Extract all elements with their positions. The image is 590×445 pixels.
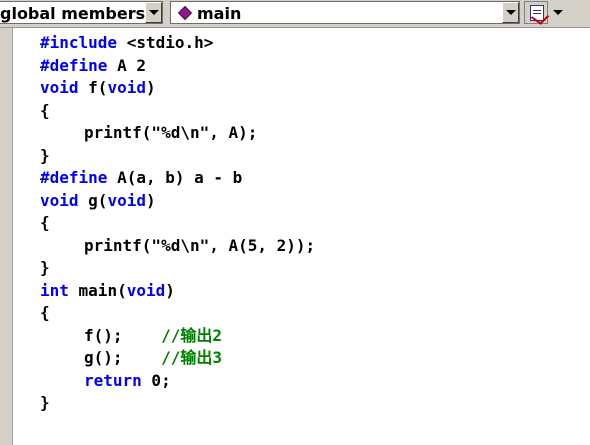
code-text: f( — [78, 78, 108, 97]
code-keyword: return — [84, 370, 142, 390]
scope-combo[interactable]: global members — [0, 1, 163, 24]
selection-margin[interactable] — [13, 28, 39, 445]
code-text: f(); — [84, 325, 162, 345]
code-keyword: #include — [40, 33, 118, 52]
wizard-toolbar: global members main — [0, 0, 590, 28]
code-text: ) — [165, 280, 175, 300]
code-line[interactable]: { — [40, 100, 315, 123]
code-line[interactable]: void f(void) — [40, 77, 315, 100]
code-keyword: void — [107, 190, 146, 210]
dropdown-arrow-icon — [553, 10, 563, 15]
code-line[interactable]: printf("%d\n", A(5, 2)); — [40, 235, 315, 258]
code-text: { — [40, 100, 50, 120]
code-text: g( — [78, 190, 108, 210]
code-text: printf("%d\n", A); — [84, 123, 258, 142]
scope-combo-value: global members — [0, 4, 146, 23]
code-keyword: int — [40, 280, 69, 300]
code-keyword: void — [40, 78, 79, 97]
code-keyword: #define — [40, 168, 108, 187]
code-keyword: void — [40, 190, 79, 210]
code-text: } — [40, 258, 50, 277]
code-line[interactable]: } — [40, 257, 315, 280]
wizard-bar-menu-button[interactable] — [550, 1, 566, 24]
code-line[interactable]: g(); //输出3 — [40, 347, 315, 370]
scope-combo-dropdown-button[interactable] — [145, 2, 162, 23]
code-text: } — [40, 145, 50, 165]
code-line[interactable]: void g(void) — [40, 190, 315, 213]
code-line[interactable]: f(); //输出2 — [40, 325, 315, 348]
code-text: g(); — [84, 348, 162, 367]
code-text: A(a, b) a - b — [107, 168, 243, 187]
source-code[interactable]: #include <stdio.h> #define A 2 void f(void… — [40, 32, 315, 415]
code-keyword: #define — [40, 55, 108, 75]
code-line[interactable]: #include <stdio.h> — [40, 32, 315, 55]
code-keyword: void — [107, 78, 146, 97]
code-comment: //输出3 — [161, 348, 222, 367]
code-line[interactable]: printf("%d\n", A); — [40, 122, 315, 145]
function-combo[interactable]: main — [170, 1, 520, 24]
code-line[interactable]: { — [40, 212, 315, 235]
code-text: ) — [145, 78, 156, 97]
code-text: ) — [145, 190, 156, 210]
member-function-diamond-icon — [177, 5, 193, 21]
code-text: A 2 — [107, 55, 146, 75]
code-line[interactable]: int main(void) — [40, 280, 315, 303]
function-combo-dropdown-button[interactable] — [502, 2, 519, 23]
code-line[interactable]: return 0; — [40, 370, 315, 393]
code-text: { — [40, 213, 50, 232]
wizard-bar-action-button[interactable] — [524, 1, 550, 25]
dropdown-arrow-icon — [149, 10, 159, 15]
code-line[interactable]: } — [40, 392, 315, 415]
editor-gutter — [0, 28, 13, 445]
code-text: <stdio.h> — [117, 33, 214, 52]
code-comment: //输出2 — [161, 325, 222, 345]
code-text: printf("%d\n", A(5, 2)); — [84, 235, 316, 255]
code-line[interactable]: } — [40, 145, 315, 168]
code-editor[interactable]: #include <stdio.h> #define A 2 void f(void… — [13, 28, 590, 445]
code-line[interactable]: #define A 2 — [40, 55, 315, 78]
code-text: { — [40, 303, 50, 322]
code-line[interactable]: { — [40, 302, 315, 325]
code-text: 0; — [141, 370, 171, 390]
code-text: main( — [68, 280, 127, 300]
code-text: } — [40, 393, 50, 412]
function-combo-value: main — [197, 4, 242, 23]
dropdown-arrow-icon — [506, 10, 516, 15]
code-line[interactable]: #define A(a, b) a - b — [40, 167, 315, 190]
code-keyword: void — [126, 280, 166, 300]
toolbar-edge — [568, 0, 590, 27]
